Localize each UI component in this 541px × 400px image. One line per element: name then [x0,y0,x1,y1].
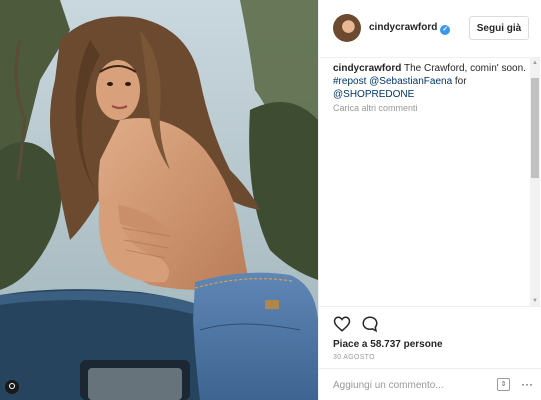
scroll-down-arrow-icon[interactable]: ▼ [530,296,540,306]
post-side-panel: cindycrawford ✓ Segui già cindycrawford T… [318,0,541,400]
more-options-icon[interactable]: ··· [521,378,533,390]
scrollbar-thumb[interactable] [531,78,539,178]
likes-count[interactable]: Piace a 58.737 persone [333,339,443,350]
post-photo[interactable] [0,0,318,400]
username-text[interactable]: cindycrawford [369,22,437,33]
add-comment-bar: ⇕ ··· [319,368,541,400]
caption-for-text: for [452,76,467,87]
scroll-up-arrow-icon[interactable]: ▲ [530,58,540,68]
caption-text: The Crawford, comin' soon. [401,63,526,74]
verified-badge-icon: ✓ [440,25,451,35]
comment-bubble-icon[interactable] [361,315,379,333]
post-header: cindycrawford ✓ Segui già [319,0,541,58]
post-date[interactable]: 30 AGOSTO [333,354,375,361]
username[interactable]: cindycrawford ✓ [369,22,451,35]
photo-illustration [0,0,318,400]
mention-link-photographer[interactable]: @SebastianFaena [369,76,452,87]
post-actions: Piace a 58.737 persone 30 AGOSTO [319,306,541,361]
heart-icon[interactable] [333,315,351,333]
caption-author[interactable]: cindycrawford [333,63,401,74]
mention-link-brand[interactable]: @SHOPREDONE [333,89,414,100]
comment-input[interactable] [333,377,483,393]
spin-button-icon[interactable]: ⇕ [497,378,510,391]
following-button[interactable]: Segui già [469,16,529,40]
avatar[interactable] [333,14,361,42]
user-tag-icon[interactable] [5,380,19,394]
load-more-comments-link[interactable]: Carica altri commenti [333,103,418,113]
hashtag-link[interactable]: #repost [333,76,366,87]
